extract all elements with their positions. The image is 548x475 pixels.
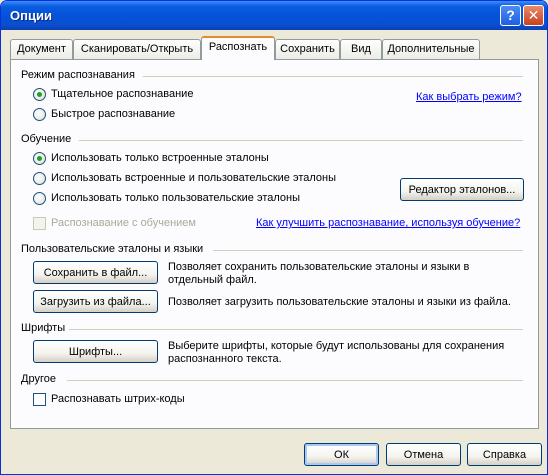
fonts-description: Выберите шрифты, которые будут использов… bbox=[168, 340, 528, 366]
save-description: Позволяет сохранить пользовательские эта… bbox=[168, 261, 528, 287]
load-from-file-button[interactable]: Загрузить из файла... bbox=[33, 290, 158, 313]
tab-label: Сохранить bbox=[280, 43, 335, 55]
fonts-description-line: Выберите шрифты, которые будут использов… bbox=[168, 340, 505, 352]
link-improve-recognition[interactable]: Как улучшить распознавание, используя об… bbox=[256, 217, 520, 229]
group-title-user-patterns: Пользовательские эталоны и языки bbox=[21, 243, 204, 255]
label-barcodes[interactable]: Распознавать штрих-коды bbox=[51, 393, 185, 405]
tab-label: Вид bbox=[351, 43, 371, 55]
tab-save[interactable]: Сохранить bbox=[275, 39, 340, 59]
save-description-line: Позволяет сохранить пользовательские эта… bbox=[168, 261, 470, 273]
fonts-button[interactable]: Шрифты... bbox=[33, 340, 158, 363]
tab-label: Документ bbox=[17, 43, 66, 55]
label-builtin-only[interactable]: Использовать только встроенные эталоны bbox=[51, 152, 269, 164]
group-title-recognition-mode: Режим распознавания bbox=[21, 69, 135, 81]
help-button[interactable]: Справка bbox=[467, 443, 542, 466]
group-divider bbox=[213, 250, 523, 251]
group-title-other: Другое bbox=[21, 373, 56, 385]
radio-user-only[interactable] bbox=[33, 192, 46, 205]
save-to-file-button[interactable]: Сохранить в файл... bbox=[33, 261, 158, 284]
ok-button[interactable]: ОК bbox=[304, 443, 379, 466]
title-bar[interactable]: Опции ? ✕ bbox=[1, 1, 547, 30]
help-title-button[interactable]: ? bbox=[500, 5, 521, 26]
radio-thorough[interactable] bbox=[33, 88, 46, 101]
question-mark-icon: ? bbox=[506, 7, 515, 23]
group-divider bbox=[79, 140, 523, 141]
group-title-training: Обучение bbox=[21, 133, 72, 145]
pattern-editor-button[interactable]: Редактор эталонов... bbox=[400, 178, 524, 201]
tab-label: Распознать bbox=[208, 41, 268, 53]
options-dialog: Опции ? ✕ Документ Сканировать/Открыть Р… bbox=[0, 0, 548, 475]
radio-builtin-only[interactable] bbox=[33, 152, 46, 165]
tab-advanced[interactable]: Дополнительные bbox=[382, 39, 480, 59]
group-divider bbox=[143, 76, 523, 77]
tab-label: Дополнительные bbox=[387, 43, 475, 55]
label-thorough[interactable]: Тщательное распознавание bbox=[51, 88, 193, 100]
checkbox-barcodes[interactable] bbox=[33, 393, 46, 406]
tab-view[interactable]: Вид bbox=[340, 39, 382, 59]
fonts-description-line: распознанного текста. bbox=[168, 353, 282, 365]
close-icon: ✕ bbox=[527, 7, 540, 23]
tab-label: Сканировать/Открыть bbox=[80, 43, 194, 55]
label-recognition-with-training[interactable]: Распознавание с обучением bbox=[51, 217, 196, 229]
save-description-line: отдельный файл. bbox=[168, 274, 257, 286]
close-button[interactable]: ✕ bbox=[523, 5, 544, 26]
link-how-choose-mode[interactable]: Как выбрать режим? bbox=[416, 91, 522, 103]
tab-recognize[interactable]: Распознать bbox=[201, 36, 275, 60]
tab-document[interactable]: Документ bbox=[10, 39, 73, 59]
label-fast[interactable]: Быстрое распознавание bbox=[51, 108, 175, 120]
label-builtin-and-user[interactable]: Использовать встроенные и пользовательск… bbox=[51, 172, 336, 184]
group-divider bbox=[69, 329, 523, 330]
window-title: Опции bbox=[10, 8, 52, 23]
cancel-button[interactable]: Отмена bbox=[386, 443, 461, 466]
label-user-only[interactable]: Использовать только пользовательские эта… bbox=[51, 192, 300, 204]
radio-fast[interactable] bbox=[33, 108, 46, 121]
tab-scan-open[interactable]: Сканировать/Открыть bbox=[73, 39, 201, 59]
load-description: Позволяет загрузить пользовательские эта… bbox=[168, 296, 511, 308]
radio-builtin-and-user[interactable] bbox=[33, 172, 46, 185]
tab-panel-recognize: Режим распознавания Тщательное распознав… bbox=[10, 59, 539, 429]
checkbox-recognition-with-training[interactable] bbox=[33, 217, 46, 230]
group-divider bbox=[67, 380, 523, 381]
group-title-fonts: Шрифты bbox=[21, 322, 66, 334]
